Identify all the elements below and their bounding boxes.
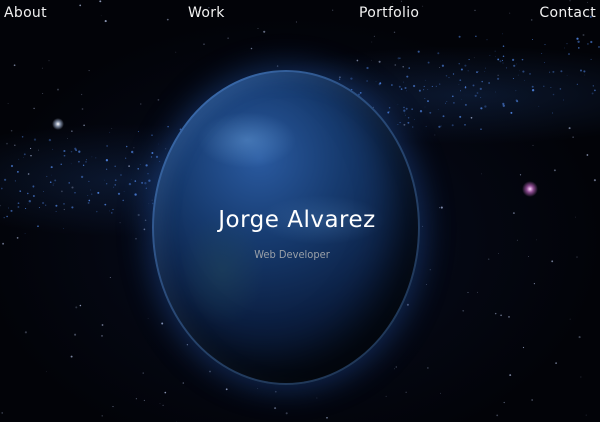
hero-background: About Work Portfolio Contact Jorge Alvar… [0,0,600,422]
nav-link-about[interactable]: About [4,5,47,21]
nav-link-contact[interactable]: Contact [539,5,596,21]
nav-link-work[interactable]: Work [188,5,225,21]
hero-role-subtitle: Web Developer [254,248,330,261]
pink-star [522,181,538,197]
bright-star [52,118,64,130]
nav-link-portfolio[interactable]: Portfolio [359,5,419,21]
hero-name-heading: Jorge Alvarez [218,207,376,233]
main-navigation: About Work Portfolio Contact [0,0,600,28]
